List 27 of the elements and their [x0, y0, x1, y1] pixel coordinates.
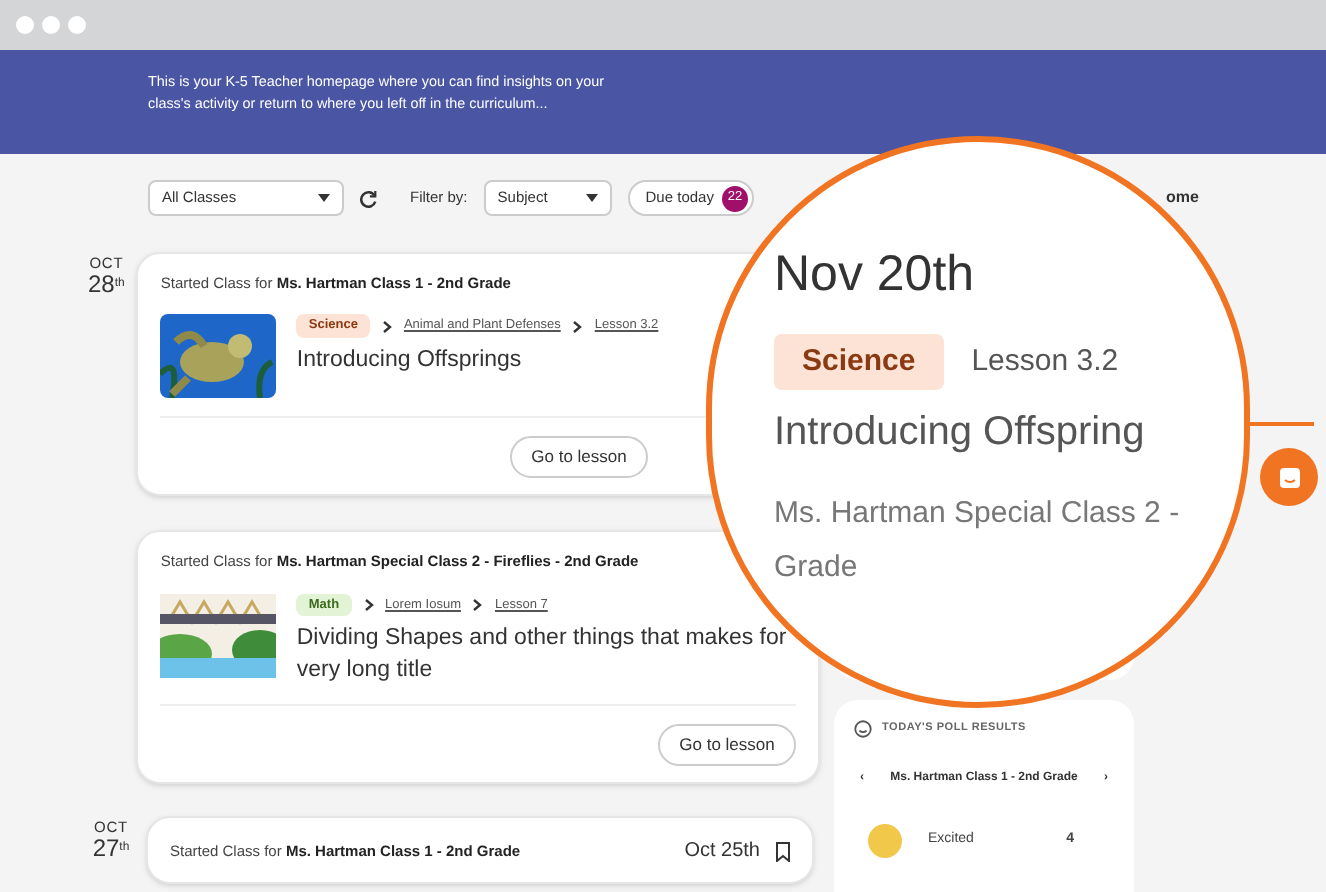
card-date: Oct 25th [684, 838, 760, 867]
chat-icon [1277, 465, 1301, 489]
magnified-title: Introducing Offspring [774, 408, 1147, 458]
smiley-icon [854, 720, 872, 738]
magnified-class-name: Ms. Hartman Special Class 2 - Grade [774, 494, 1182, 588]
subject-tag: Science [774, 333, 944, 390]
caret-icon [318, 194, 330, 202]
bookmark-icon [776, 841, 790, 862]
home-tab[interactable]: ome [1165, 186, 1199, 210]
turtle-illustration [160, 314, 277, 399]
magnified-date: Nov 20th [774, 244, 977, 306]
chat-button[interactable] [1260, 448, 1318, 506]
lesson-title: Introducing Offsprings [296, 346, 524, 376]
bridge-illustration [160, 593, 277, 677]
chevron-right-icon [363, 597, 374, 612]
chevron-right-icon [572, 319, 583, 334]
date-day: 28$^{th}$ [88, 271, 125, 295]
caret-icon [585, 194, 598, 202]
go-to-lesson-button[interactable]: Go to lesson [509, 436, 649, 479]
lesson-title: Dividing Shapes and other things that makes for very long title [296, 624, 789, 687]
chevron-right-icon [381, 319, 392, 334]
go-to-lesson-button[interactable]: Go to lesson [657, 724, 797, 767]
chevron-right-icon [472, 597, 483, 612]
refresh-icon[interactable] [360, 189, 378, 207]
excited-emoji-icon [868, 824, 902, 858]
date-day: 27$^{th}$ [92, 835, 130, 860]
magnified-lesson: Lesson 3.2 [971, 341, 1119, 381]
